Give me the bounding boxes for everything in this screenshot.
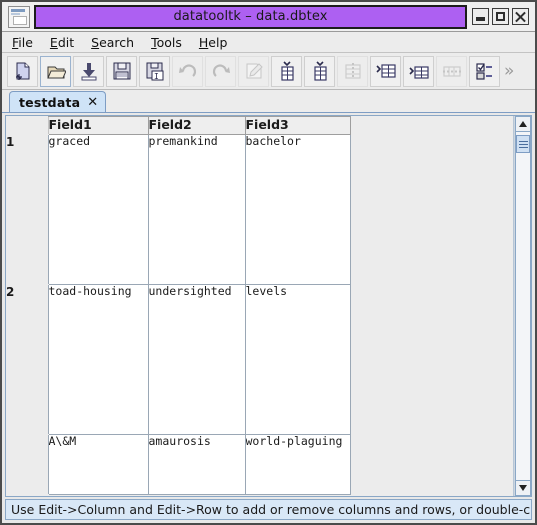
toolbar-overflow-chevron-icon[interactable]: » (504, 61, 514, 81)
scroll-track[interactable] (515, 132, 531, 480)
table-header-row: Field1 Field2 Field3 (6, 116, 513, 135)
cell-r3-field2[interactable]: amaurosis (148, 434, 246, 495)
floppy-save-as-icon: I (145, 61, 165, 81)
insert-row-button[interactable] (403, 55, 434, 87)
tab-testdata-label: testdata (19, 94, 81, 110)
cell-r3-field1[interactable]: A\&M (47, 434, 149, 495)
column-insert-icon (310, 61, 330, 81)
window-document-icon[interactable] (8, 5, 30, 28)
row-insert-icon (408, 61, 429, 81)
tab-testdata[interactable]: testdata ✕ (9, 91, 107, 112)
application-window: datatooltk – data.dbtex File Edit Search… (0, 0, 537, 525)
menu-bar: File Edit Search Tools Help (2, 32, 535, 53)
scroll-thumb-grip-icon (518, 139, 528, 150)
open-file-button[interactable] (40, 55, 71, 87)
window-controls (472, 8, 529, 25)
menu-search-label: earch (99, 34, 135, 50)
menu-help-label: elp (208, 34, 228, 50)
tab-close-icon[interactable]: ✕ (87, 96, 98, 109)
status-bar: Use Edit->Column and Edit->Row to add or… (5, 499, 532, 520)
floppy-save-icon (112, 61, 132, 81)
row-add-icon (375, 61, 396, 81)
menu-tools[interactable]: Tools (149, 34, 191, 51)
edit-pencil-icon (244, 61, 264, 81)
scroll-down-button[interactable] (515, 480, 531, 496)
column-header-field2[interactable]: Field2 (147, 116, 246, 135)
svg-text:I: I (154, 72, 159, 81)
import-button[interactable] (73, 55, 104, 87)
table-row: A\&M amaurosis world-plaguing (6, 434, 513, 495)
cell-r1-field1[interactable]: graced (47, 134, 149, 285)
row-filler-1 (350, 134, 513, 285)
new-document-icon (13, 61, 33, 81)
table-body: 1 graced premankind bachelor 2 toad-hous… (6, 134, 513, 495)
menu-edit[interactable]: Edit (48, 34, 83, 51)
toolbar: I » (2, 53, 535, 90)
add-row-button[interactable] (370, 55, 401, 87)
status-bar-text: Use Edit->Column and Edit->Row to add or… (11, 502, 531, 517)
data-table: Field1 Field2 Field3 1 graced premankind (6, 116, 513, 495)
remove-row-button[interactable] (436, 55, 467, 87)
row-header-1[interactable]: 1 (6, 134, 49, 285)
scroll-down-arrow-icon (519, 485, 527, 491)
menu-search-mnemonic: S (91, 34, 100, 50)
table-row: 1 graced premankind bachelor (6, 134, 513, 285)
import-download-icon (79, 61, 99, 81)
row-header-3[interactable] (6, 434, 49, 495)
row-header-2[interactable]: 2 (6, 284, 49, 435)
column-header-filler (350, 116, 513, 135)
cell-r1-field3[interactable]: bachelor (245, 134, 351, 285)
table-scroll-viewport: Field1 Field2 Field3 1 graced premankind (6, 116, 531, 496)
table-panel: Field1 Field2 Field3 1 graced premankind (5, 115, 532, 497)
title-bar: datatooltk – data.dbtex (2, 2, 535, 32)
vertical-scrollbar[interactable] (514, 116, 531, 496)
scroll-thumb[interactable] (516, 135, 530, 154)
row-filler-3 (350, 434, 513, 495)
menu-edit-label: dit (57, 34, 75, 50)
save-as-button[interactable]: I (139, 55, 170, 87)
close-button[interactable] (512, 8, 529, 25)
row-remove-icon (442, 61, 462, 81)
tab-strip: testdata ✕ (2, 90, 535, 113)
minimize-button[interactable] (472, 8, 489, 25)
remove-column-button[interactable] (337, 55, 368, 87)
menu-search[interactable]: Search (89, 34, 143, 51)
cell-r2-field3[interactable]: levels (245, 284, 351, 435)
column-add-icon (277, 61, 297, 81)
menu-edit-mnemonic: E (49, 34, 58, 50)
redo-arrow-icon (211, 61, 231, 81)
menu-file-label: ile (18, 34, 33, 50)
window-title: datatooltk – data.dbtex (34, 4, 467, 29)
table-corner-cell (6, 116, 48, 135)
row-filler-2 (350, 284, 513, 435)
undo-arrow-icon (178, 61, 198, 81)
insert-column-button[interactable] (304, 55, 335, 87)
table-area: Field1 Field2 Field3 1 graced premankind (6, 116, 514, 496)
cell-r1-field2[interactable]: premankind (148, 134, 246, 285)
menu-file[interactable]: File (10, 34, 42, 51)
menu-help-mnemonic: H (198, 34, 209, 50)
checkbox-list-icon (475, 61, 495, 81)
column-remove-icon (343, 61, 363, 81)
table-row: 2 toad-housing undersighted levels (6, 284, 513, 435)
redo-button[interactable] (205, 55, 236, 87)
menu-tools-label: ools (156, 34, 182, 50)
column-header-field3[interactable]: Field3 (244, 116, 351, 135)
scroll-up-button[interactable] (515, 116, 531, 132)
add-column-button[interactable] (271, 55, 302, 87)
menu-help[interactable]: Help (197, 34, 237, 51)
select-columns-button[interactable] (469, 55, 500, 87)
main-window: datatooltk – data.dbtex File Edit Search… (0, 0, 537, 525)
new-file-button[interactable] (7, 55, 38, 87)
cell-r3-field3[interactable]: world-plaguing (245, 434, 351, 495)
scroll-up-arrow-icon (519, 121, 527, 127)
maximize-button[interactable] (492, 8, 509, 25)
cell-r2-field1[interactable]: toad-housing (47, 284, 149, 435)
save-button[interactable] (106, 55, 137, 87)
column-header-field1[interactable]: Field1 (47, 116, 149, 135)
undo-button[interactable] (172, 55, 203, 87)
cell-r2-field2[interactable]: undersighted (148, 284, 246, 435)
open-folder-icon (46, 61, 66, 81)
edit-cell-button[interactable] (238, 55, 269, 87)
